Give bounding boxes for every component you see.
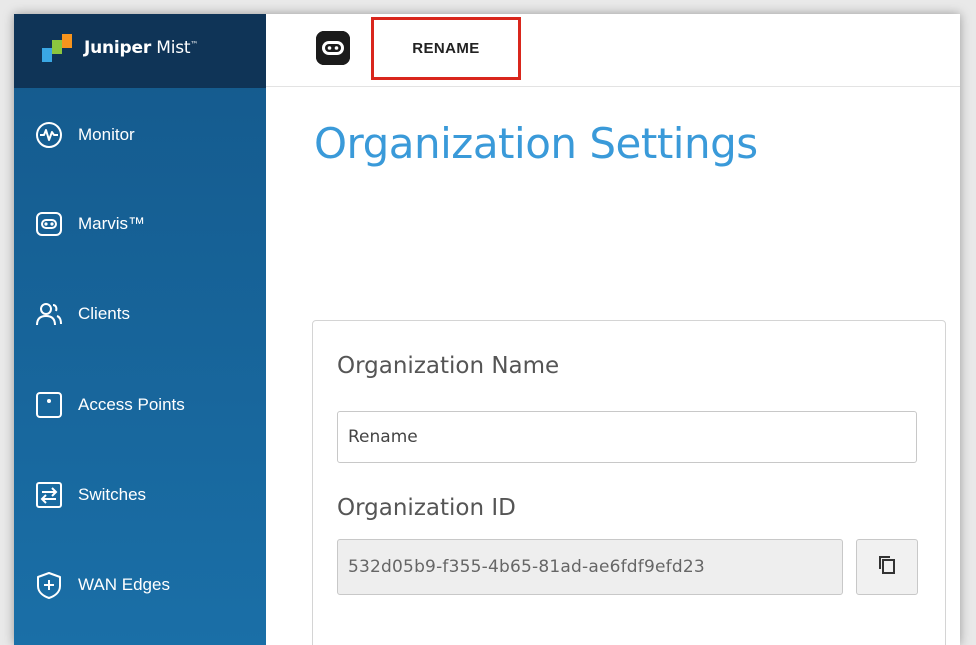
sidebar-item-label: Clients xyxy=(78,304,130,323)
sidebar-item-label: Monitor xyxy=(78,125,135,144)
top-header: RENAME xyxy=(266,14,960,87)
brand-name-light: Mist xyxy=(156,38,191,58)
sidebar-item-access-points[interactable]: Access Points xyxy=(34,383,264,427)
clients-icon xyxy=(34,299,64,329)
sidebar-item-switches[interactable]: Switches xyxy=(34,473,264,517)
brand-bar: Juniper Mist™ xyxy=(14,14,266,88)
sidebar-item-label: Switches xyxy=(78,485,147,504)
org-id-label: Organization ID xyxy=(337,495,516,521)
sidebar-item-marvis[interactable]: Marvis™ xyxy=(34,202,264,246)
sidebar-item-label: WAN Edges xyxy=(78,575,170,594)
app-window: Juniper Mist™ Monitor Marvis™ Clients Ac… xyxy=(14,14,960,645)
copy-icon xyxy=(878,555,896,579)
brand-trademark: ™ xyxy=(190,40,199,49)
sidebar-item-clients[interactable]: Clients xyxy=(34,292,264,336)
marvis-icon xyxy=(34,209,64,239)
switch-icon xyxy=(34,480,64,510)
copy-button[interactable] xyxy=(856,539,918,595)
org-switcher-button[interactable]: RENAME xyxy=(371,17,521,80)
org-id-field: 532d05b9-f355-4b65-81ad-ae6fdf9efd23 xyxy=(337,539,843,595)
sidebar-item-wan-edges[interactable]: WAN Edges xyxy=(34,563,264,607)
brand-name: Juniper Mist™ xyxy=(84,38,198,58)
sidebar-item-label: Access Points xyxy=(78,395,185,414)
sidebar-item-label: Marvis™ xyxy=(78,214,146,233)
wan-edge-icon xyxy=(34,570,64,600)
marvis-robot-icon xyxy=(316,31,350,65)
org-name-label: Organization Name xyxy=(337,353,560,379)
monitor-pulse-icon xyxy=(34,120,64,150)
page-title: Organization Settings xyxy=(314,119,758,168)
sidebar: Juniper Mist™ Monitor Marvis™ Clients Ac… xyxy=(14,14,266,645)
org-info-card: Organization Name Organization ID 532d05… xyxy=(312,320,946,645)
org-name-input[interactable] xyxy=(337,411,917,463)
sidebar-item-monitor[interactable]: Monitor xyxy=(34,113,264,157)
access-point-icon xyxy=(34,390,64,420)
brand-name-bold: Juniper xyxy=(84,38,152,58)
org-name: RENAME xyxy=(412,40,480,57)
juniper-logo-icon xyxy=(42,34,72,62)
